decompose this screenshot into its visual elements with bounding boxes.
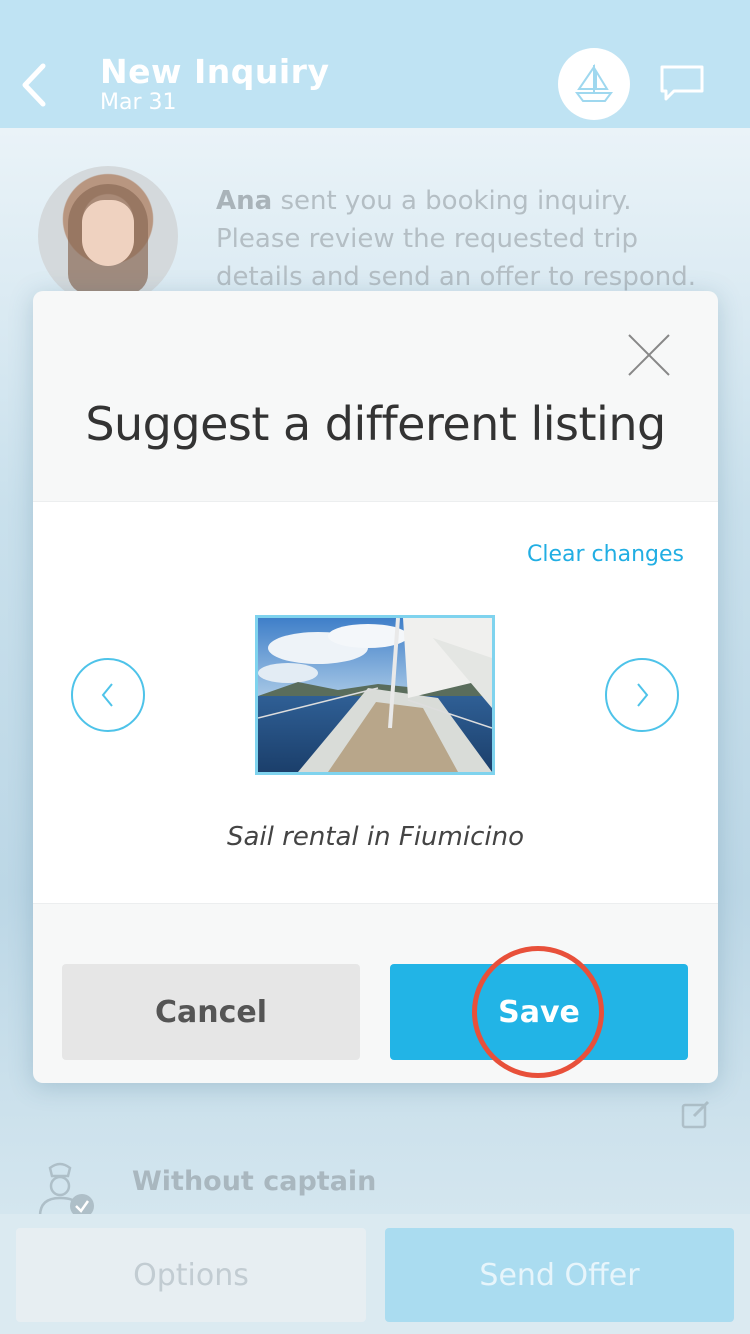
listing-caption: Sail rental in Fiumicino	[226, 822, 524, 852]
next-listing-button[interactable]	[605, 658, 679, 732]
page-date: Mar 31	[100, 90, 177, 115]
captain-option-label: Without captain	[132, 1166, 377, 1197]
listing-photo[interactable]	[255, 615, 495, 775]
options-button[interactable]: Options	[16, 1228, 366, 1322]
clear-changes-link[interactable]: Clear changes	[527, 542, 684, 567]
chat-bubble-icon	[660, 65, 704, 101]
page-title: New Inquiry	[100, 52, 330, 91]
suggest-listing-modal: Suggest a different listing Clear change…	[33, 291, 718, 1083]
sailboat-icon	[575, 63, 613, 102]
boat-button[interactable]	[558, 48, 630, 120]
avatar	[38, 166, 178, 306]
cancel-button[interactable]: Cancel	[62, 964, 360, 1060]
chevron-left-icon	[22, 63, 46, 107]
avatar-face	[82, 200, 134, 266]
modal-title: Suggest a different listing	[85, 397, 666, 451]
close-button[interactable]	[625, 331, 673, 379]
captain-icon	[38, 1162, 94, 1218]
inquiry-message: Ana sent you a booking inquiry. Please r…	[216, 182, 716, 296]
chevron-left-icon	[101, 683, 113, 707]
listing-picker: Clear changes Sail rental in Fiumicino	[33, 501, 718, 904]
sailboat-photo	[258, 618, 492, 772]
send-offer-button[interactable]: Send Offer	[385, 1228, 734, 1322]
chat-button[interactable]	[656, 60, 708, 106]
header-bar: New Inquiry Mar 31	[0, 0, 750, 128]
inquiry-body: sent you a booking inquiry. Please revie…	[216, 186, 696, 292]
edit-button[interactable]	[680, 1098, 712, 1130]
inquiry-sender: Ana	[216, 186, 273, 216]
chevron-right-icon	[637, 683, 649, 707]
save-button[interactable]: Save	[390, 964, 688, 1060]
close-icon	[628, 334, 670, 376]
edit-icon	[681, 1100, 710, 1129]
back-button[interactable]	[14, 60, 54, 110]
previous-listing-button[interactable]	[71, 658, 145, 732]
captain-icon-wrap	[36, 1158, 100, 1218]
